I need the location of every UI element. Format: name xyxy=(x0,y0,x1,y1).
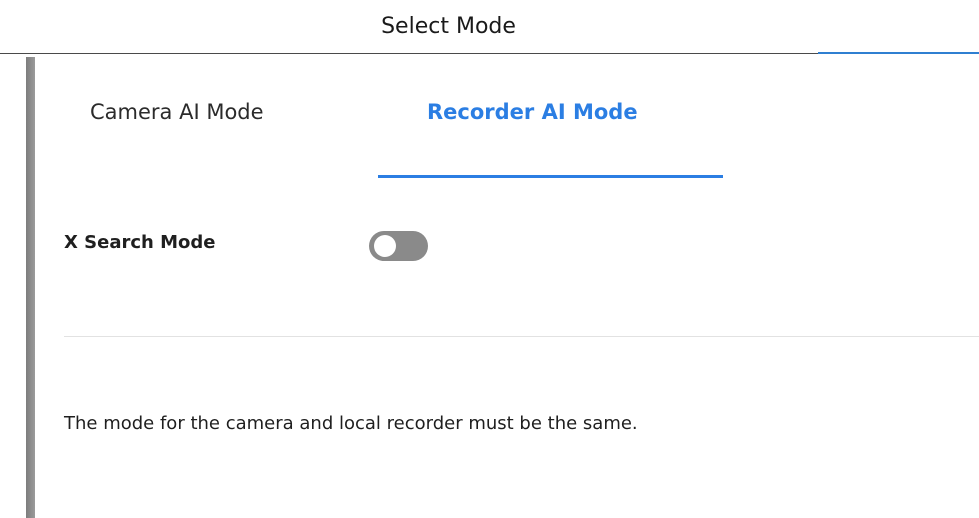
tab-recorder-ai-mode[interactable]: Recorder AI Mode xyxy=(427,100,638,124)
tab-camera-ai-mode[interactable]: Camera AI Mode xyxy=(90,100,264,124)
title-divider-accent xyxy=(818,52,979,54)
x-search-mode-label: X Search Mode xyxy=(64,232,216,253)
panel-left-edge xyxy=(26,57,35,518)
x-search-mode-toggle[interactable] xyxy=(369,231,428,261)
section-divider xyxy=(64,336,979,337)
toggle-knob xyxy=(374,235,396,257)
mode-notice: The mode for the camera and local record… xyxy=(64,413,638,434)
active-tab-indicator xyxy=(378,175,723,178)
dialog-title: Select Mode xyxy=(381,14,516,39)
